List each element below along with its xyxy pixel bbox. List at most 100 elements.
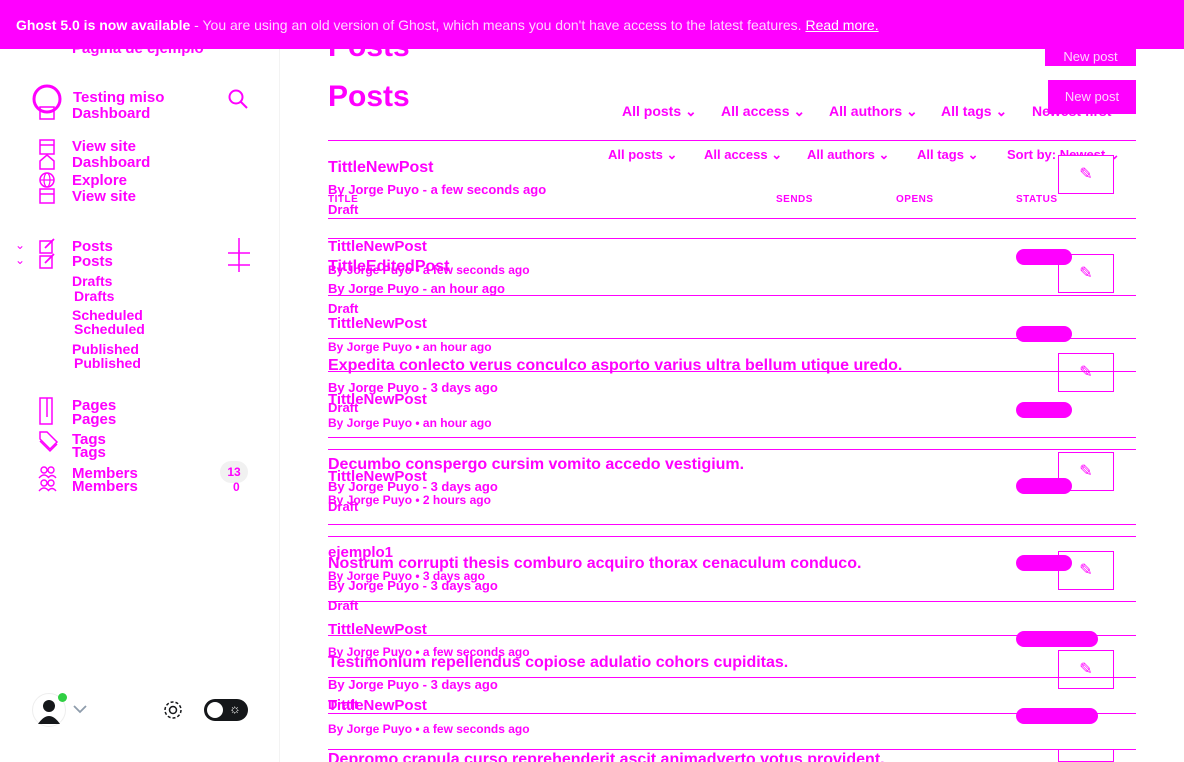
row-divider [328,536,1136,537]
ghost-post-meta: By Jorge Puyo • 3 days ago [328,569,485,583]
nav-published[interactable]: Published [74,355,141,371]
status-badge [1016,555,1072,571]
banner-read-more-link[interactable]: Read more. [805,17,878,33]
online-status-dot [58,693,67,702]
nav-scheduled[interactable]: Scheduled [74,321,145,337]
edit-post-button[interactable]: ✎ [1058,353,1114,392]
status-badge [1016,631,1098,647]
filter-all-access[interactable]: All access ⌄ [704,147,782,163]
update-banner: Ghost 5.0 is now available - You are usi… [0,0,1184,49]
row-divider [328,449,1136,450]
pencil-icon: ✎ [1079,661,1093,678]
search-icon[interactable] [228,89,248,109]
ghost-post-meta: By Jorge Puyo • an hour ago [328,416,492,430]
page-title: Posts [328,80,410,113]
status-badge [1016,249,1072,265]
site-title[interactable]: Testing miso [73,89,164,106]
sun-icon: ☼ [229,701,241,716]
ghost-post-title: TittleNewPost [328,468,427,485]
nav-members[interactable]: Members [72,478,138,495]
ghost-post-meta: By Jorge Puyo • a few seconds ago [328,722,530,736]
nav-posts[interactable]: Posts [72,253,113,270]
ghost-post-title: TittleNewPost [328,315,427,332]
tag-icon [39,431,59,453]
filter-all-authors-ghost[interactable]: All authors ⌄ [829,103,918,120]
ghost-post-title: TittleNewPost [328,391,427,408]
post-meta: By Jorge Puyo - a few seconds ago [328,182,547,197]
nav-view-site-2[interactable]: View site [72,188,136,205]
col-sends: SENDS [776,194,813,205]
nav-explore[interactable]: Explore [72,172,127,189]
chevron-down-icon[interactable]: ⌄ [15,253,25,267]
chevron-down-icon-account[interactable] [73,704,87,714]
post-meta: By Jorge Puyo - an hour ago [328,281,505,296]
status-badge [1016,402,1072,418]
status-badge [1016,478,1072,494]
filter-all-posts[interactable]: All posts ⌄ [608,147,677,163]
post-title[interactable]: TittleNewPost [328,159,434,177]
post-meta: By Jorge Puyo - 3 days ago [328,677,498,692]
filter-all-tags-text: All tags [917,147,964,162]
filter-sort-ghost[interactable]: Newest first [1032,103,1111,119]
ghost-post-meta: By Jorge Puyo • an hour ago [328,340,492,354]
filter-all-access-text: All access [704,147,768,162]
row-divider [328,524,1136,525]
filter-all-authors-text: All authors [807,147,875,162]
filter-all-authors[interactable]: All authors ⌄ [807,147,889,163]
filter-all-posts-text: All posts [608,147,663,162]
nav-view-site[interactable]: View site [72,138,136,155]
col-opens: OPENS [896,194,934,205]
row-divider [328,677,1136,678]
row-divider [328,338,1136,339]
avatar[interactable] [32,693,67,727]
nav-drafts-ghost: Drafts [72,273,113,289]
post-title[interactable]: Expedita conlecto verus conculco asporto… [328,357,902,375]
pencil-icon: ✎ [1079,166,1093,183]
row-divider [328,295,1136,296]
row-divider [328,437,1136,438]
edit-post-button[interactable] [1058,749,1114,762]
dashboard-icon-ghost [39,106,55,120]
ghost-post-title: ejemplo1 [328,544,394,561]
members-icon [38,466,57,492]
ghost-post-title: TittleNewPost [328,238,427,255]
row-divider [328,749,1136,750]
nav-dashboard-ghost: Dashboard [72,105,151,122]
nav-dashboard[interactable]: Dashboard [72,154,150,171]
ghost-post-meta: By Jorge Puyo • a few seconds ago [328,645,530,659]
post-status: Draft [328,301,359,316]
plus-icon[interactable] [228,238,250,272]
gear-icon[interactable] [162,699,184,721]
status-badge [1016,708,1098,724]
pencil-icon: ✎ [1079,562,1093,579]
filter-all-tags-ghost[interactable]: All tags ⌄ [941,103,1007,120]
filter-all-access-label: All access [721,103,790,119]
edit-post-button[interactable]: ✎ [1058,155,1114,194]
filter-all-authors-label: All authors [829,103,903,119]
row-divider [328,218,1136,219]
banner-message: - You are using an old version of Ghost,… [190,17,802,33]
chevron-down-icon-posts-ghost[interactable]: ⌄ [15,238,25,252]
nav-drafts[interactable]: Drafts [74,288,114,304]
post-title[interactable]: Depromo crapula curso reprehenderit asci… [328,751,885,762]
ghost-post-title: TittleNewPost [328,621,427,638]
ghost-post-meta: By Jorge Puyo • a few seconds ago [328,263,530,277]
filter-all-access-ghost[interactable]: All access ⌄ [721,103,805,120]
explore-icon [39,172,55,188]
row-divider [328,713,1136,714]
filter-all-tags-label: All tags [941,103,992,119]
pencil-icon: ✎ [1079,265,1093,282]
sidebar: Página de ejemplo Testing miso Dashboard… [0,0,280,762]
filter-all-posts-label: All posts [622,103,682,119]
view-site-icon-2 [39,188,55,204]
edit-post-button[interactable]: ✎ [1058,650,1114,689]
dark-mode-toggle[interactable]: ☼ [204,699,248,721]
row-divider [328,238,1136,239]
filter-all-tags[interactable]: All tags ⌄ [917,147,978,163]
nav-tags[interactable]: Tags [72,444,106,461]
row-divider [328,371,1136,372]
nav-pages[interactable]: Pages [72,411,116,428]
filter-all-posts-ghost[interactable]: All posts ⌄ [622,103,697,120]
header-divider [328,140,1136,141]
pencil-icon: ✎ [1079,364,1093,381]
